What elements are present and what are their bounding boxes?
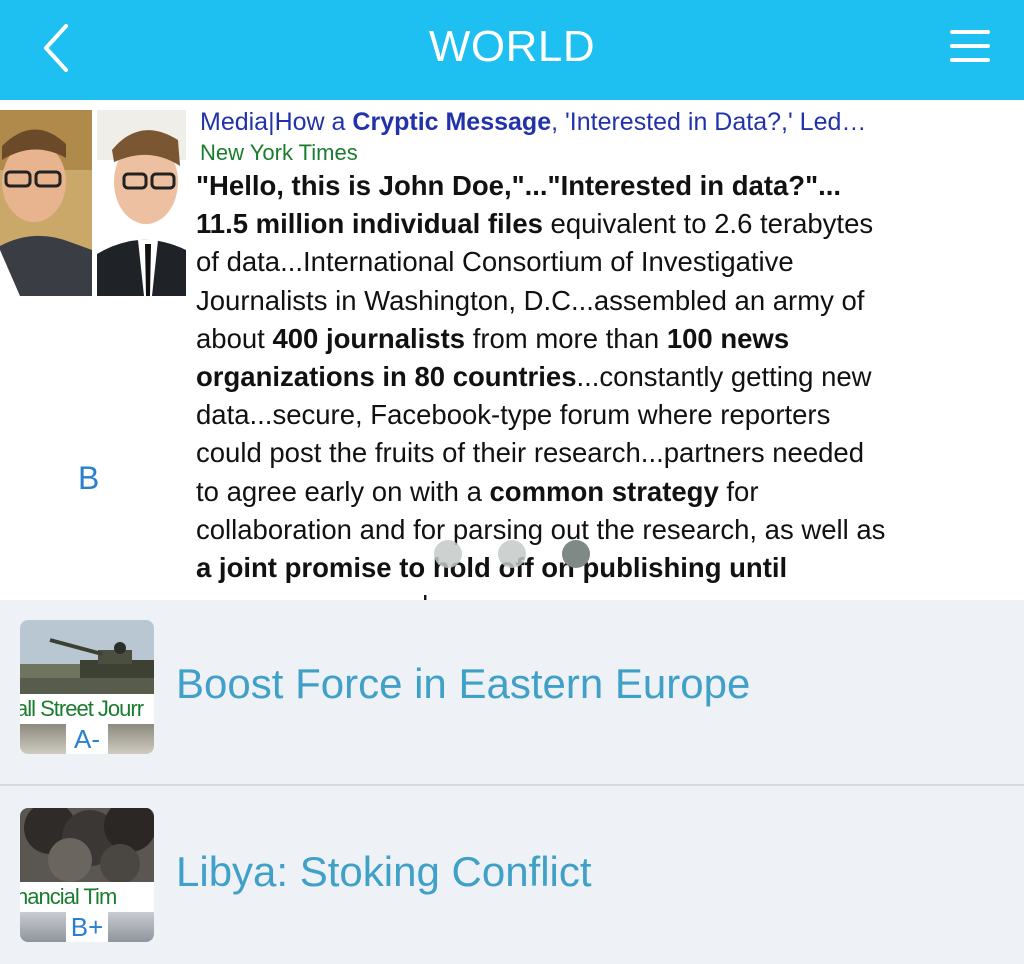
body-text-segment: 11.5 million individual files [196, 208, 543, 240]
article-title: Boost Force in Eastern Europe [176, 660, 751, 707]
thumbnail-source-label: nancial Tim [20, 884, 117, 909]
journalists-photo [0, 110, 186, 296]
thumbnail-source-label: all Street Jourr [20, 696, 144, 721]
grade-strip-left [20, 724, 66, 754]
list-item[interactable]: nancial Tim B+ Libya: Stoking Conflict [0, 788, 1024, 964]
tank-image [20, 620, 154, 694]
body-text-line: organizations in 80 countries...constant… [196, 358, 1022, 396]
body-text-line: of data...International Consortium of In… [196, 243, 1022, 281]
article-grade-badge: B+ [66, 912, 108, 942]
body-text-segment: of data...International Consortium of In… [196, 246, 794, 278]
body-text-segment: 400 journalists [272, 322, 466, 354]
page-indicator-dot[interactable] [562, 540, 590, 568]
body-text-segment: 100 news [666, 322, 790, 354]
list-divider [0, 784, 1024, 786]
body-text-segment: a joint promise to hold off on publishin… [196, 552, 788, 584]
body-text-line: could post the fruits of their research.… [196, 434, 1022, 472]
grade-strip: A- [20, 724, 154, 754]
list-item[interactable]: all Street Jourr A- Boost Force in Easte… [0, 600, 1024, 786]
body-text-segment: equivalent to 2.6 terabytes [542, 208, 874, 240]
headline-bold: Cryptic Message [352, 108, 552, 136]
body-text-segment: to agree early on with a [196, 475, 490, 507]
page-title: WORLD [428, 22, 596, 71]
body-text-segment: "Hello, this is John Doe,"..."Interested… [196, 170, 842, 201]
grade-strip-left [20, 912, 66, 942]
body-text-segment: could post the fruits of their research.… [196, 437, 865, 469]
menu-bar-middle [950, 44, 990, 48]
article-title: Libya: Stoking Conflict [176, 848, 592, 895]
featured-grade-badge: B [78, 460, 100, 496]
page-indicator-dot[interactable] [498, 540, 526, 568]
hamburger-menu-icon [950, 30, 990, 34]
headline-suffix: , 'Interested in Data?,' Led… [551, 108, 867, 136]
body-text-line: to agree early on with a common strategy… [196, 473, 1022, 511]
body-text-segment: for [718, 475, 759, 507]
body-text-segment: about [196, 322, 273, 354]
featured-headline[interactable]: Media|How a Cryptic Message, 'Interested… [200, 108, 1020, 137]
grade-strip-right [108, 912, 154, 942]
top-app-bar: WORLD [0, 0, 1024, 100]
body-text-segment: Journalists in Washington, D.C...assembl… [196, 284, 865, 316]
article-thumbnail: nancial Tim B+ [20, 808, 154, 942]
body-text-line: data...secure, Facebook-type forum where… [196, 396, 1022, 434]
page-indicator-dot[interactable] [434, 540, 462, 568]
body-text-segment: collaboration and for parsing out the re… [196, 513, 886, 545]
featured-body-text: "Hello, this is John Doe,"..."Interested… [196, 167, 1022, 600]
grade-strip-right [108, 724, 154, 754]
grade-strip: B+ [20, 912, 154, 942]
body-text-line: "Hello, this is John Doe,"..."Interested… [196, 167, 1022, 205]
body-text-segment: ...constantly getting new [576, 361, 872, 393]
featured-source: New York Times [200, 140, 358, 165]
article-grade-badge: A- [66, 724, 108, 754]
body-text-line: about 400 journalists from more than 100… [196, 320, 1022, 358]
body-text-line: a joint promise to hold off on publishin… [196, 549, 1022, 587]
featured-article[interactable]: B Media|How a Cryptic Message, 'Interest… [0, 100, 1024, 600]
menu-button[interactable] [944, 20, 1000, 76]
body-text-line: Journalists in Washington, D.C...assembl… [196, 282, 1022, 320]
body-text-segment: everyone was ready [196, 590, 442, 600]
menu-bar-bottom [950, 58, 990, 62]
smoke-image [20, 808, 154, 882]
body-text-segment: from more than [465, 322, 667, 354]
headline-prefix: Media|How a [200, 108, 353, 136]
body-text-line: everyone was ready [196, 587, 1022, 600]
article-list: all Street Jourr A- Boost Force in Easte… [0, 600, 1024, 964]
body-text-segment: data...secure, Facebook-type forum where… [196, 399, 831, 431]
article-thumbnail: all Street Jourr A- [20, 620, 154, 754]
body-text-segment: common strategy [489, 475, 719, 507]
body-text-segment: organizations in 80 countries [196, 361, 577, 393]
body-text-line: collaboration and for parsing out the re… [196, 511, 1022, 549]
body-text-line: 11.5 million individual files equivalent… [196, 205, 1022, 243]
